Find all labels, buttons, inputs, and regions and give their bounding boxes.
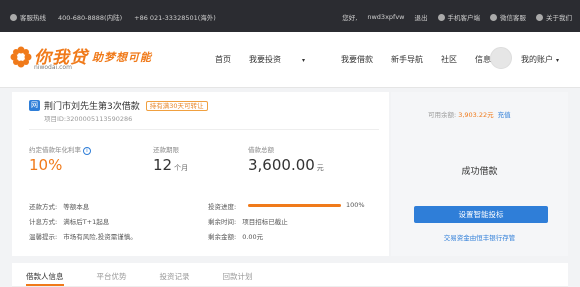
- top-bar: 客服热线 400-680-8888(内陆) +86 021-33328501(海…: [0, 0, 580, 32]
- term-value: 12 个月: [153, 156, 189, 174]
- nav-community[interactable]: 社区: [441, 54, 457, 65]
- username-link[interactable]: nwd3xpfvw: [367, 13, 404, 21]
- remaining-amount: 剩余金额: 0.00元: [208, 233, 264, 241]
- tab-platform-advantage[interactable]: 平台优势: [97, 263, 127, 286]
- hotline: 客服热线: [10, 12, 46, 22]
- tab-repayment-plan[interactable]: 回款计划: [223, 263, 253, 286]
- mobile-icon: [437, 14, 445, 21]
- bank-custody-link[interactable]: 交易资金由恒丰银行存管: [391, 232, 568, 242]
- smart-bid-button[interactable]: 设置智能投标: [414, 206, 548, 223]
- interest-method: 计息方式: 满标后T+1起息: [29, 218, 110, 226]
- progress-bar: [248, 204, 341, 207]
- greeting: 您好,: [342, 14, 358, 22]
- loan-title-row: 网 荆门市刘先生第3次借款 持有满30天可转让: [29, 99, 208, 112]
- chevron-down-icon: ▾: [556, 57, 560, 64]
- site-logo[interactable]: 你我贷 niwodai.com 助梦想可能: [10, 43, 160, 77]
- rate-label: 约定借款年化利率 i: [29, 144, 91, 155]
- amount-value: 3,600.00 元: [248, 156, 324, 174]
- rate-value: 10%: [29, 156, 63, 174]
- amount-label: 借款总额: [248, 146, 274, 154]
- nav-guide[interactable]: 新手导航: [391, 54, 423, 65]
- nav-invest[interactable]: 我要投资 ▾: [249, 54, 323, 65]
- phone-overseas: +86 021-33328501(海外): [134, 14, 216, 22]
- available-balance: 可用余额: 3,903.22元 充值: [428, 111, 511, 119]
- loan-status: 成功借款: [461, 167, 498, 177]
- nav-borrow[interactable]: 我要借款: [341, 54, 373, 65]
- repay-method: 还款方式: 等额本息: [29, 203, 90, 211]
- phone-icon: [10, 14, 17, 21]
- info-icon[interactable]: i: [83, 147, 91, 155]
- nav-home[interactable]: 首页: [215, 54, 231, 65]
- risk-notice: 温馨提示: 市场有风险,投资需谨慎。: [29, 233, 137, 241]
- mobile-client-link[interactable]: 手机客户端: [437, 12, 480, 22]
- recharge-link[interactable]: 充值: [498, 111, 511, 119]
- logo-domain: niwodai.com: [34, 64, 72, 71]
- invest-side-panel: 可用余额: 3,903.22元 充值 成功借款 设置智能投标 交易资金由恒丰银行存管: [391, 92, 568, 256]
- tab-borrower-info[interactable]: 借款人信息: [26, 263, 64, 286]
- project-id: 项目ID:3200005113590286: [44, 115, 133, 123]
- progress-fill: [248, 204, 341, 207]
- wechat-icon: [490, 14, 497, 21]
- progress-percent: 100%: [346, 201, 365, 209]
- divider: [29, 129, 379, 130]
- web-badge: 网: [29, 100, 40, 111]
- logo-slogan: 助梦想可能: [92, 51, 152, 64]
- transfer-tag: 持有满30天可转让: [145, 100, 208, 111]
- info-icon: [536, 14, 543, 21]
- wechat-service-link[interactable]: 微信客服: [490, 12, 526, 22]
- term-label: 还款期限: [153, 146, 179, 154]
- detail-tabs: 借款人信息 平台优势 投资记录 回款计划: [12, 263, 568, 287]
- main-header: 你我贷 niwodai.com 助梦想可能 首页 我要投资 ▾ 我要借款 新手导航…: [0, 32, 580, 88]
- my-account-menu[interactable]: 我的账户 ▾: [521, 54, 559, 65]
- loan-detail-card: 网 荆门市刘先生第3次借款 持有满30天可转让 项目ID:32000051135…: [12, 92, 389, 256]
- avatar[interactable]: [490, 47, 512, 69]
- phone-domestic: 400-680-8888(内陆): [58, 14, 123, 22]
- logo-flower-icon: [10, 46, 32, 68]
- progress-label: 投资进度:: [208, 203, 237, 211]
- tab-invest-records[interactable]: 投资记录: [160, 263, 190, 286]
- remaining-time: 剩余时间: 项目招标已截止: [208, 218, 288, 226]
- about-us-link[interactable]: 关于我们: [536, 12, 572, 22]
- loan-title: 荆门市刘先生第3次借款: [44, 102, 140, 112]
- chevron-down-icon: ▾: [302, 57, 306, 64]
- main-nav: 首页 我要投资▾ 我要借款 新手导航 社区 信息披露: [215, 54, 525, 65]
- logout-link[interactable]: 退出: [415, 12, 428, 22]
